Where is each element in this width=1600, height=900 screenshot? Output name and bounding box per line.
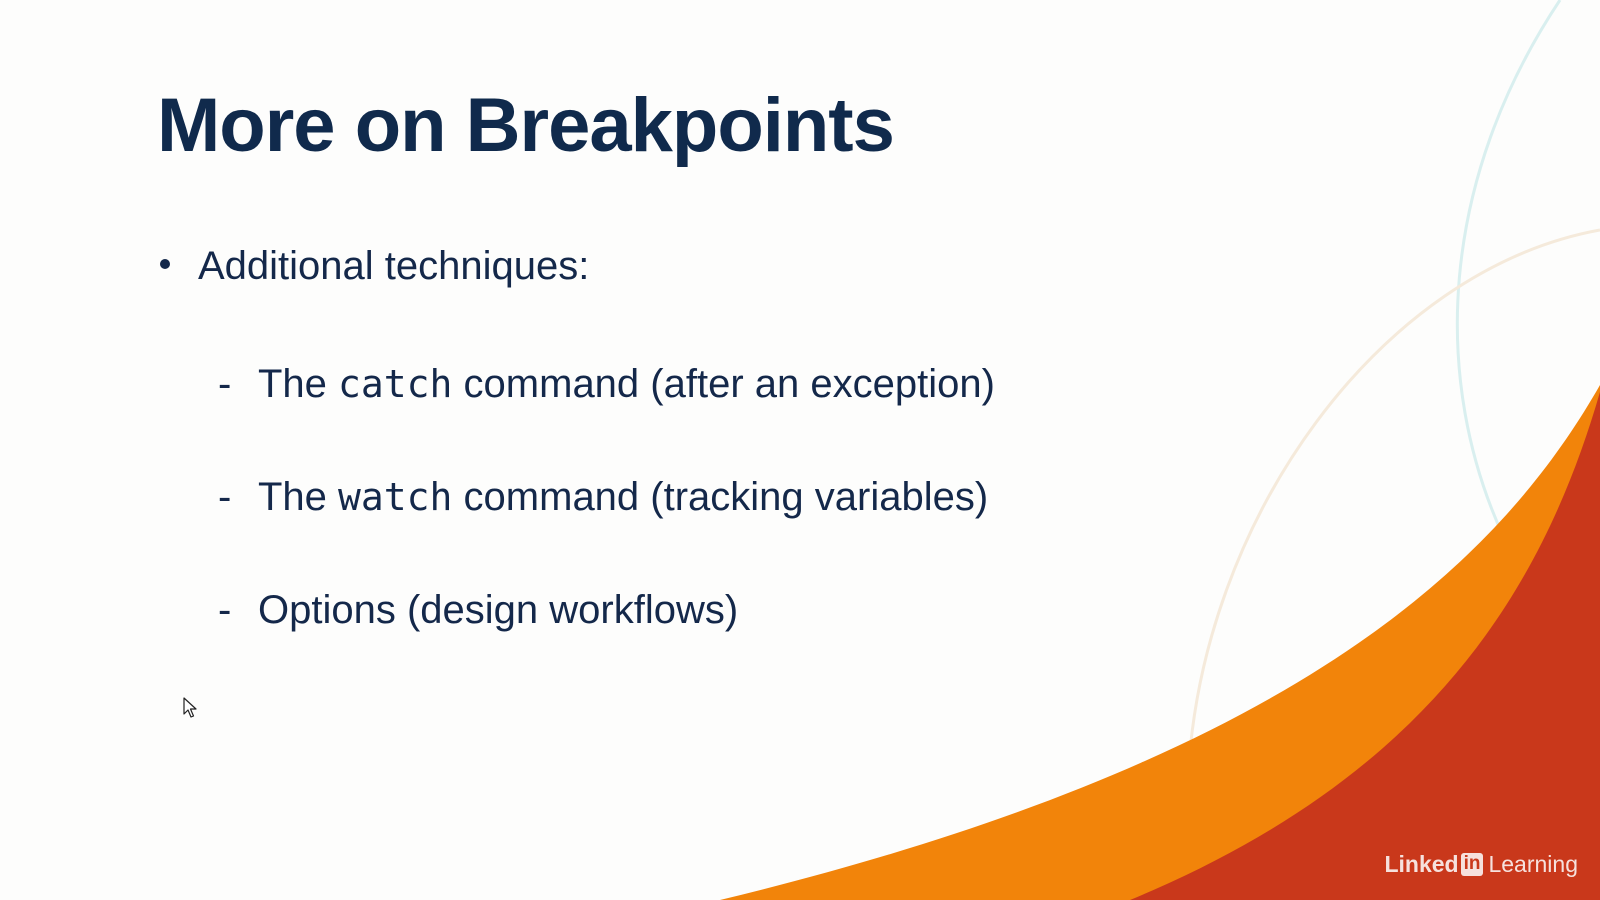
slide-title: More on Breakpoints: [157, 83, 895, 168]
sub-item-suffix: command (tracking variables): [452, 475, 989, 519]
sub-item-options: - Options (design workflows): [218, 590, 738, 630]
sub-item-watch: - The watch command (tracking variables): [218, 477, 988, 517]
sub-item-dash: -: [218, 362, 232, 406]
sub-item-code: catch: [338, 362, 453, 406]
slide: More on Breakpoints Additional technique…: [0, 0, 1600, 900]
sub-item-prefix: The: [258, 475, 339, 519]
sub-item-text: Options (design workflows): [258, 588, 739, 632]
mouse-pointer-icon: [183, 697, 197, 718]
bullet-text: Additional techniques:: [198, 244, 590, 288]
sub-item-code: watch: [338, 475, 453, 519]
linkedin-in-icon: in: [1460, 853, 1484, 876]
linkedin-learning-logo: Linked in Learning: [1384, 851, 1578, 878]
brand-word-learning: Learning: [1488, 851, 1578, 877]
sub-item-suffix: command (after an exception): [452, 362, 995, 406]
bullet-item: Additional techniques:: [160, 246, 589, 286]
sub-item-dash: -: [218, 475, 232, 519]
bullet-dot: [160, 259, 170, 270]
teal-arc: [1455, 0, 1562, 541]
sub-item-prefix: The: [258, 362, 339, 406]
sub-item-dash: -: [218, 588, 232, 632]
sub-item-catch: - The catch command (after an exception): [218, 364, 995, 404]
brand-word-linked: Linked: [1384, 851, 1459, 877]
